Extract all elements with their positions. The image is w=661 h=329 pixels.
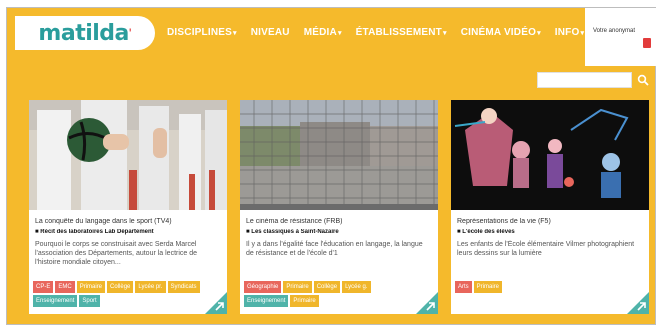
tag-badge[interactable]: CP-E <box>33 281 54 293</box>
nav-item-label: NIVEAU <box>250 26 290 38</box>
chevron-down-icon: ▾ <box>233 29 237 37</box>
tag-badge[interactable]: Arts <box>455 281 472 293</box>
nav-item[interactable]: NIVEAU <box>251 27 290 38</box>
chevron-down-icon: ▾ <box>537 29 541 37</box>
card-tags: Géographie Primaire Collège Lycée g. Enseign… <box>244 281 414 307</box>
nav-item-label: INFO <box>554 26 580 38</box>
nav-item-label: MÉDIA <box>303 26 337 38</box>
card-author: ■ L'école des élèves <box>457 229 515 235</box>
card-image-handball[interactable] <box>29 100 227 210</box>
article-card[interactable]: Le cinéma de résistance (FRB) ■ Les clas… <box>240 100 438 314</box>
account-panel[interactable]: Votre anonymat <box>585 8 657 66</box>
corner-share-icon[interactable] <box>627 292 649 314</box>
tag-badge[interactable]: Géographie <box>244 281 282 293</box>
card-image-schoolyard[interactable] <box>240 100 438 210</box>
tag-badge[interactable]: Primaire <box>290 295 319 307</box>
nav-item-label: DISCIPLINES <box>167 26 232 38</box>
tag-badge[interactable]: Collège <box>313 281 341 293</box>
tag-badge[interactable]: Collège <box>107 281 134 293</box>
card-author: ■ Les classiques à Saint-Nazaire <box>246 229 339 235</box>
tag-badge[interactable]: Primaire <box>283 281 312 293</box>
search-icon[interactable] <box>637 74 649 86</box>
nav-item-label: ÉTABLISSEMENT <box>355 26 442 38</box>
article-card[interactable]: La conquête du langage dans le sport (TV… <box>29 100 227 314</box>
tag-badge[interactable]: EMC <box>55 281 75 293</box>
tag-badge[interactable]: Enseignement <box>33 295 78 307</box>
tag-badge[interactable]: Lycée pr. <box>135 281 166 293</box>
tag-badge[interactable]: Sport <box>79 295 100 307</box>
card-title[interactable]: Représentations de la vie (F5) <box>457 218 643 225</box>
tag-badge[interactable]: Lycée g. <box>342 281 371 293</box>
page-frame: matilda ' DISCIPLINES▾ NIVEAU MÉDIA▾ ÉTABLIS… <box>6 7 657 325</box>
chevron-down-icon: ▾ <box>442 29 447 37</box>
tag-badge[interactable]: Enseignement <box>244 295 289 307</box>
chevron-down-icon: ▾ <box>337 29 342 37</box>
card-title[interactable]: La conquête du langage dans le sport (TV… <box>35 218 221 225</box>
card-excerpt: Pourquoi le corps se construisait avec S… <box>35 241 198 266</box>
nav-item-label: CINÉMA VIDÉO <box>460 26 537 38</box>
nav-item[interactable]: CINÉMA VIDÉO▾ <box>461 27 541 38</box>
nav-item[interactable]: INFO▾ <box>555 27 584 38</box>
tag-badge[interactable]: Syndicats <box>167 281 200 293</box>
header-bar: matilda ' DISCIPLINES▾ NIVEAU MÉDIA▾ ÉTABLIS… <box>7 8 584 56</box>
card-author: ■ Récit des laboratoires Lab Département <box>35 229 154 235</box>
card-tags: CP-E EMC Primaire Collège Lycée pr. Syndicats… <box>33 281 203 307</box>
card-title[interactable]: Le cinéma de résistance (FRB) <box>246 218 432 225</box>
tag-badge[interactable]: Primaire <box>473 281 503 293</box>
search-input[interactable] <box>537 72 632 88</box>
corner-share-icon[interactable] <box>205 292 227 314</box>
card-excerpt: Les enfants de l'École élémentaire Vilme… <box>457 241 635 257</box>
logo-text: matilda <box>38 20 129 46</box>
card-excerpt: Il y a dans l'égalité face l'éducation e… <box>246 241 423 257</box>
nav-item[interactable]: MÉDIA▾ <box>304 27 342 38</box>
account-flag-icon <box>643 38 651 48</box>
card-tags: Arts Primaire <box>455 281 625 293</box>
nav-item[interactable]: ÉTABLISSEMENT▾ <box>356 27 447 38</box>
nav-item[interactable]: DISCIPLINES▾ <box>167 27 237 38</box>
chevron-down-icon: ▾ <box>580 29 585 37</box>
corner-share-icon[interactable] <box>416 292 438 314</box>
logo-accent: ' <box>128 25 132 41</box>
card-image-drawings[interactable] <box>451 100 649 210</box>
main-nav: DISCIPLINES▾ NIVEAU MÉDIA▾ ÉTABLISSEMENT▾ CI… <box>167 8 584 56</box>
logo[interactable]: matilda ' <box>15 16 155 50</box>
tag-badge[interactable]: Primaire <box>76 281 106 293</box>
account-label: Votre anonymat <box>593 28 636 34</box>
article-card[interactable]: Représentations de la vie (F5) ■ L'école… <box>451 100 649 314</box>
